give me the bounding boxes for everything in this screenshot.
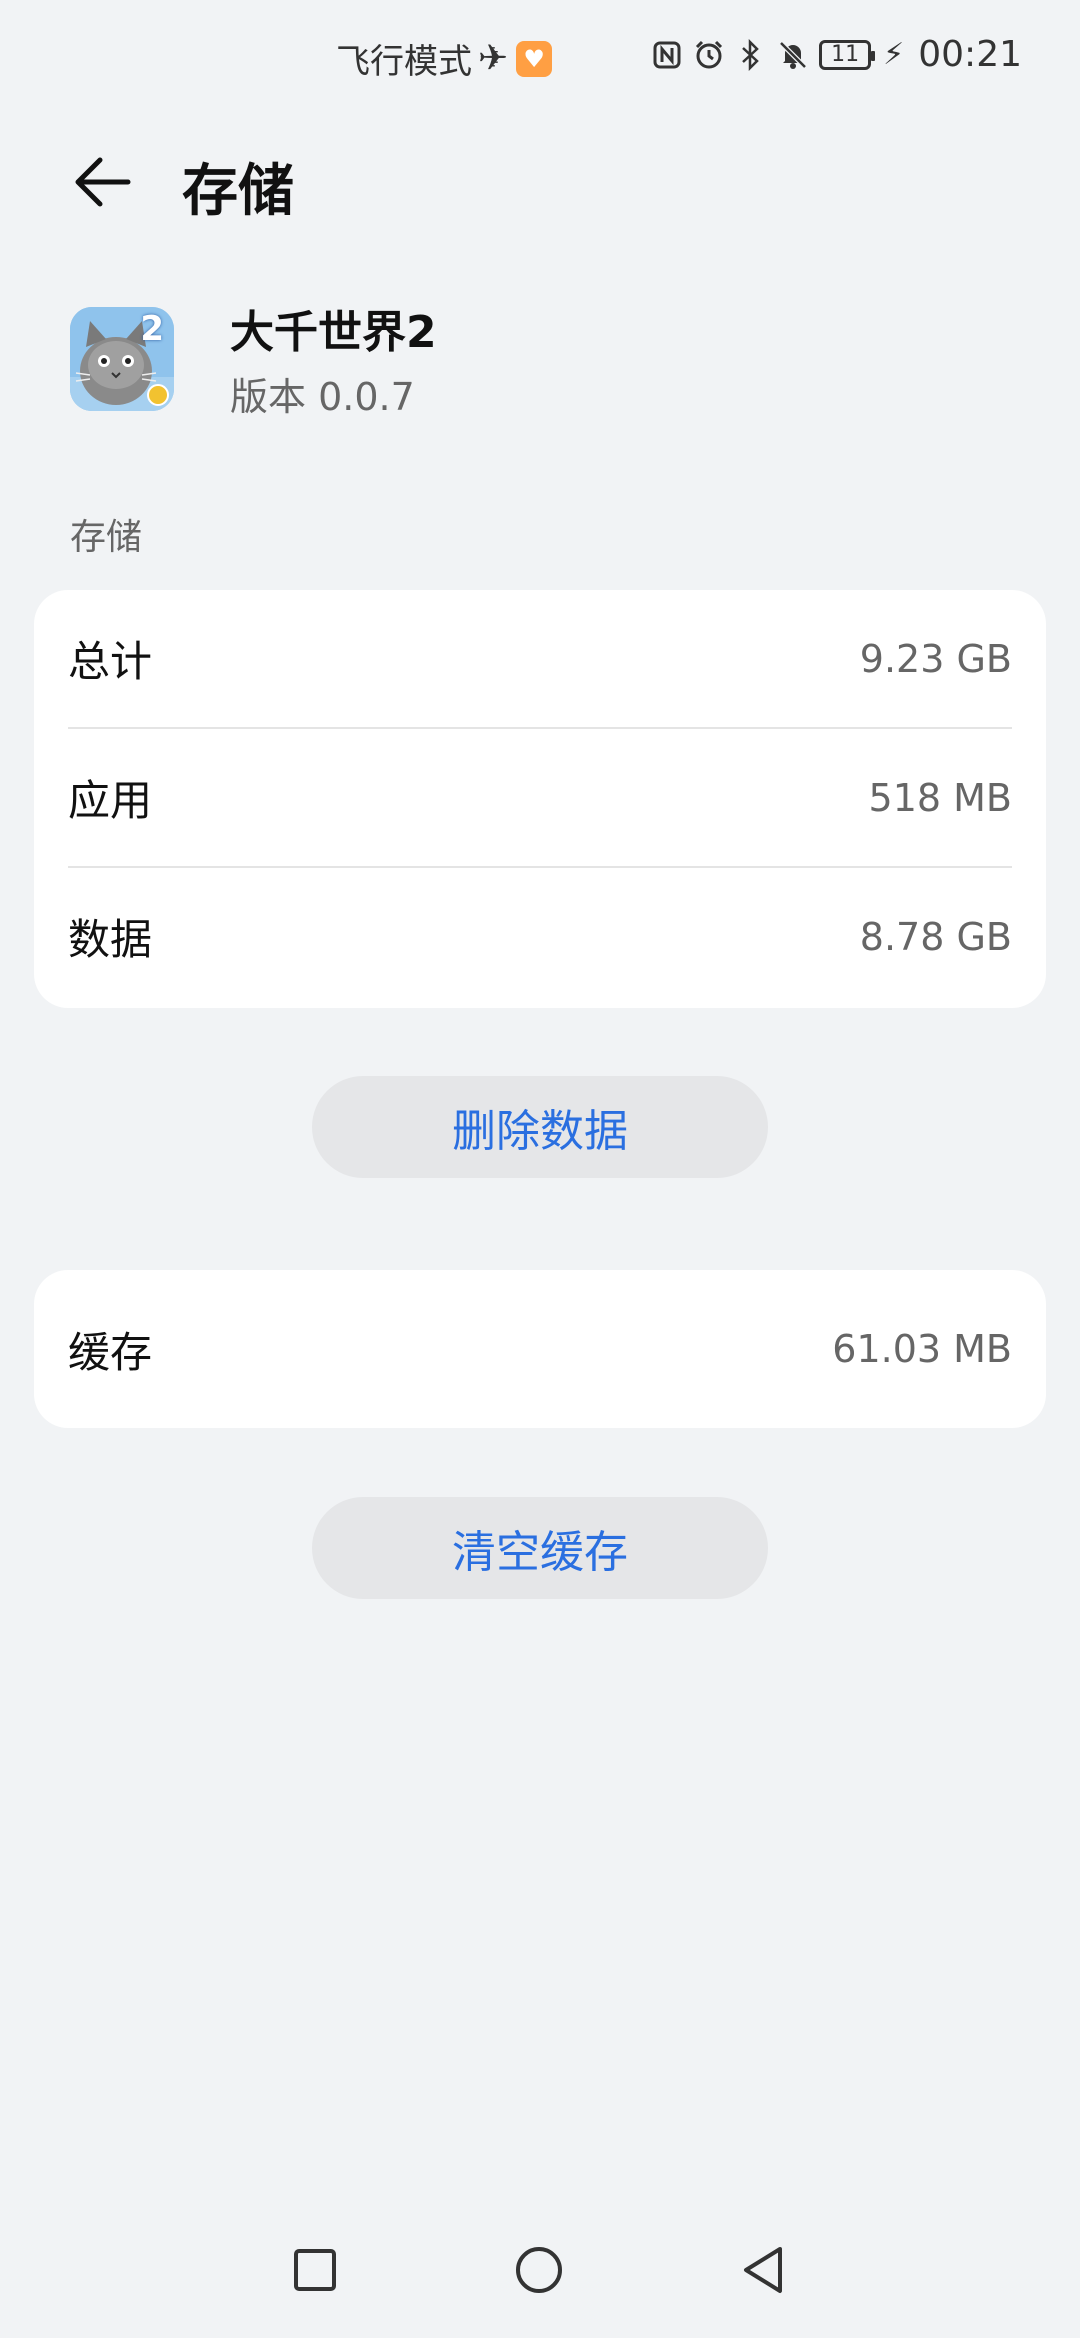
status-icons: 11 ⚡ 00:21 xyxy=(651,34,1022,75)
home-button[interactable] xyxy=(511,2242,567,2298)
app-icon-badge-number: 2 xyxy=(140,308,164,349)
battery-indicator: 11 xyxy=(819,39,876,70)
app-info: 2 大千世界2 版本 0.0.7 xyxy=(70,296,437,421)
charging-bolt-icon: ⚡ xyxy=(883,37,905,72)
row-value: 518 MB xyxy=(868,775,1012,820)
square-icon xyxy=(294,2249,336,2291)
app-version: 版本 0.0.7 xyxy=(230,375,415,419)
cache-card: 缓存 61.03 MB xyxy=(34,1270,1046,1428)
app-text: 大千世界2 版本 0.0.7 xyxy=(230,296,437,421)
back-arrow-icon xyxy=(75,157,131,207)
battery-level: 11 xyxy=(831,42,860,67)
row-value: 8.78 GB xyxy=(859,914,1012,959)
app-name: 大千世界2 xyxy=(230,307,437,358)
row-value: 61.03 MB xyxy=(832,1327,1012,1371)
back-button[interactable] xyxy=(70,150,134,214)
clear-cache-button[interactable]: 清空缓存 xyxy=(312,1497,768,1599)
page-title: 存储 xyxy=(182,159,294,224)
health-app-icon: ♥ xyxy=(516,40,553,77)
airplane-mode-label: 飞行模式 xyxy=(336,42,472,82)
cache-row: 缓存 61.03 MB xyxy=(68,1270,1012,1428)
app-icon: 2 xyxy=(70,306,174,411)
status-center: 飞行模式 ✈ ♥ xyxy=(336,34,553,83)
nfc-icon xyxy=(651,39,683,71)
airplane-icon: ✈ xyxy=(478,38,509,79)
navigation-bar xyxy=(0,2202,1080,2338)
delete-data-button[interactable]: 删除数据 xyxy=(312,1076,768,1178)
triangle-back-icon xyxy=(744,2247,782,2293)
row-label: 应用 xyxy=(68,776,153,825)
storage-card: 总计 9.23 GB 应用 518 MB 数据 8.78 GB xyxy=(34,590,1046,1008)
status-bar: 飞行模式 ✈ ♥ 11 ⚡ 00:21 xyxy=(0,0,1080,120)
storage-row-data: 数据 8.78 GB xyxy=(68,868,1012,1005)
alarm-icon xyxy=(693,39,725,71)
storage-row-app: 应用 518 MB xyxy=(68,729,1012,868)
row-label: 总计 xyxy=(68,637,153,686)
row-label: 数据 xyxy=(68,915,153,964)
row-value: 9.23 GB xyxy=(859,636,1012,681)
bell-muted-icon xyxy=(777,39,809,71)
recent-apps-button[interactable] xyxy=(287,2242,343,2298)
storage-row-total: 总计 9.23 GB xyxy=(68,590,1012,729)
header: 存储 xyxy=(0,140,1080,224)
clock: 00:21 xyxy=(918,34,1022,75)
nav-back-button[interactable] xyxy=(735,2242,791,2298)
storage-section-label: 存储 xyxy=(70,517,143,558)
bluetooth-icon xyxy=(735,38,767,71)
row-label: 缓存 xyxy=(68,1327,153,1377)
circle-icon xyxy=(516,2247,562,2293)
